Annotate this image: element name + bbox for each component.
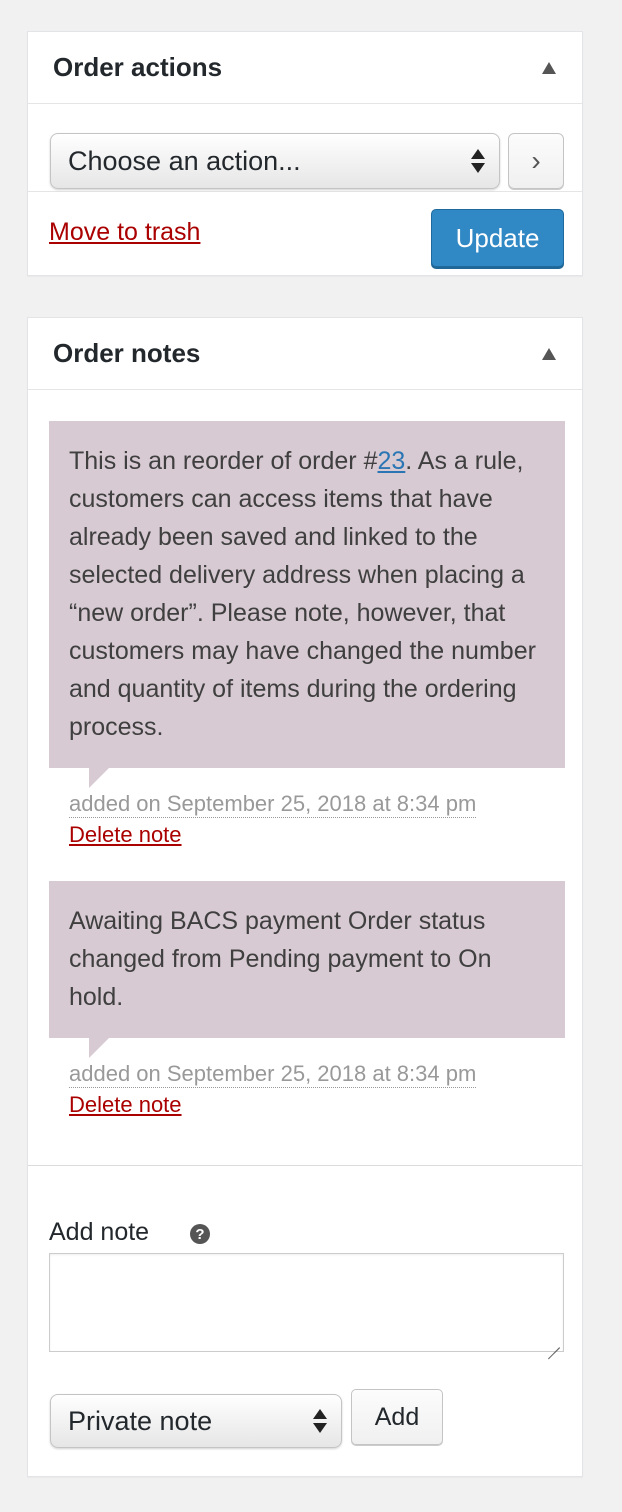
note-text: . As a rule, customers can access items … [69, 447, 536, 741]
order-actions-title: Order actions [53, 52, 223, 82]
order-link[interactable]: 23 [377, 447, 405, 475]
order-actions-panel: Order actions Choose an action... › Move… [27, 31, 583, 276]
help-icon[interactable]: ? [190, 1224, 210, 1244]
note-timestamp: added on September 25, 2018 at 8:34 pm [69, 1061, 477, 1088]
note-content: Awaiting BACS payment Order status chang… [49, 881, 565, 1058]
order-action-row: Choose an action... › [28, 104, 582, 192]
note-item: This is an reorder of order #23. As a ru… [49, 421, 565, 848]
order-action-select-value: Choose an action... [68, 145, 301, 176]
divider [28, 1165, 582, 1166]
note-type-select-value: Private note [68, 1405, 213, 1436]
note-text: This is an reorder of order # [69, 447, 378, 475]
resize-handle-icon[interactable] [548, 1336, 560, 1348]
collapse-toggle-icon[interactable] [542, 347, 556, 360]
note-content: This is an reorder of order #23. As a ru… [49, 421, 565, 788]
order-action-select[interactable]: Choose an action... [50, 133, 500, 189]
note-item: Awaiting BACS payment Order status chang… [49, 881, 565, 1118]
note-timestamp: added on September 25, 2018 at 8:34 pm [69, 791, 477, 818]
order-notes-header[interactable]: Order notes [28, 318, 582, 390]
delete-note-link[interactable]: Delete note [69, 822, 565, 848]
move-to-trash-link[interactable]: Move to trash [49, 218, 200, 247]
add-note-button[interactable]: Add [351, 1389, 443, 1445]
note-type-select[interactable]: Private note [50, 1394, 342, 1448]
collapse-toggle-icon[interactable] [542, 61, 556, 74]
order-notes-title: Order notes [53, 338, 201, 368]
select-arrows-icon [471, 147, 485, 175]
add-note-label: Add note [49, 1218, 150, 1246]
apply-action-button[interactable]: › [508, 133, 564, 189]
order-notes-panel: Order notes This is an reorder of order … [27, 317, 583, 1477]
order-actions-header[interactable]: Order actions [28, 32, 582, 104]
select-arrows-icon [313, 1407, 327, 1435]
add-note-textarea[interactable] [49, 1253, 564, 1352]
order-actions-footer: Move to trash Update [28, 192, 582, 276]
update-button[interactable]: Update [431, 209, 564, 267]
delete-note-link[interactable]: Delete note [69, 1092, 565, 1118]
